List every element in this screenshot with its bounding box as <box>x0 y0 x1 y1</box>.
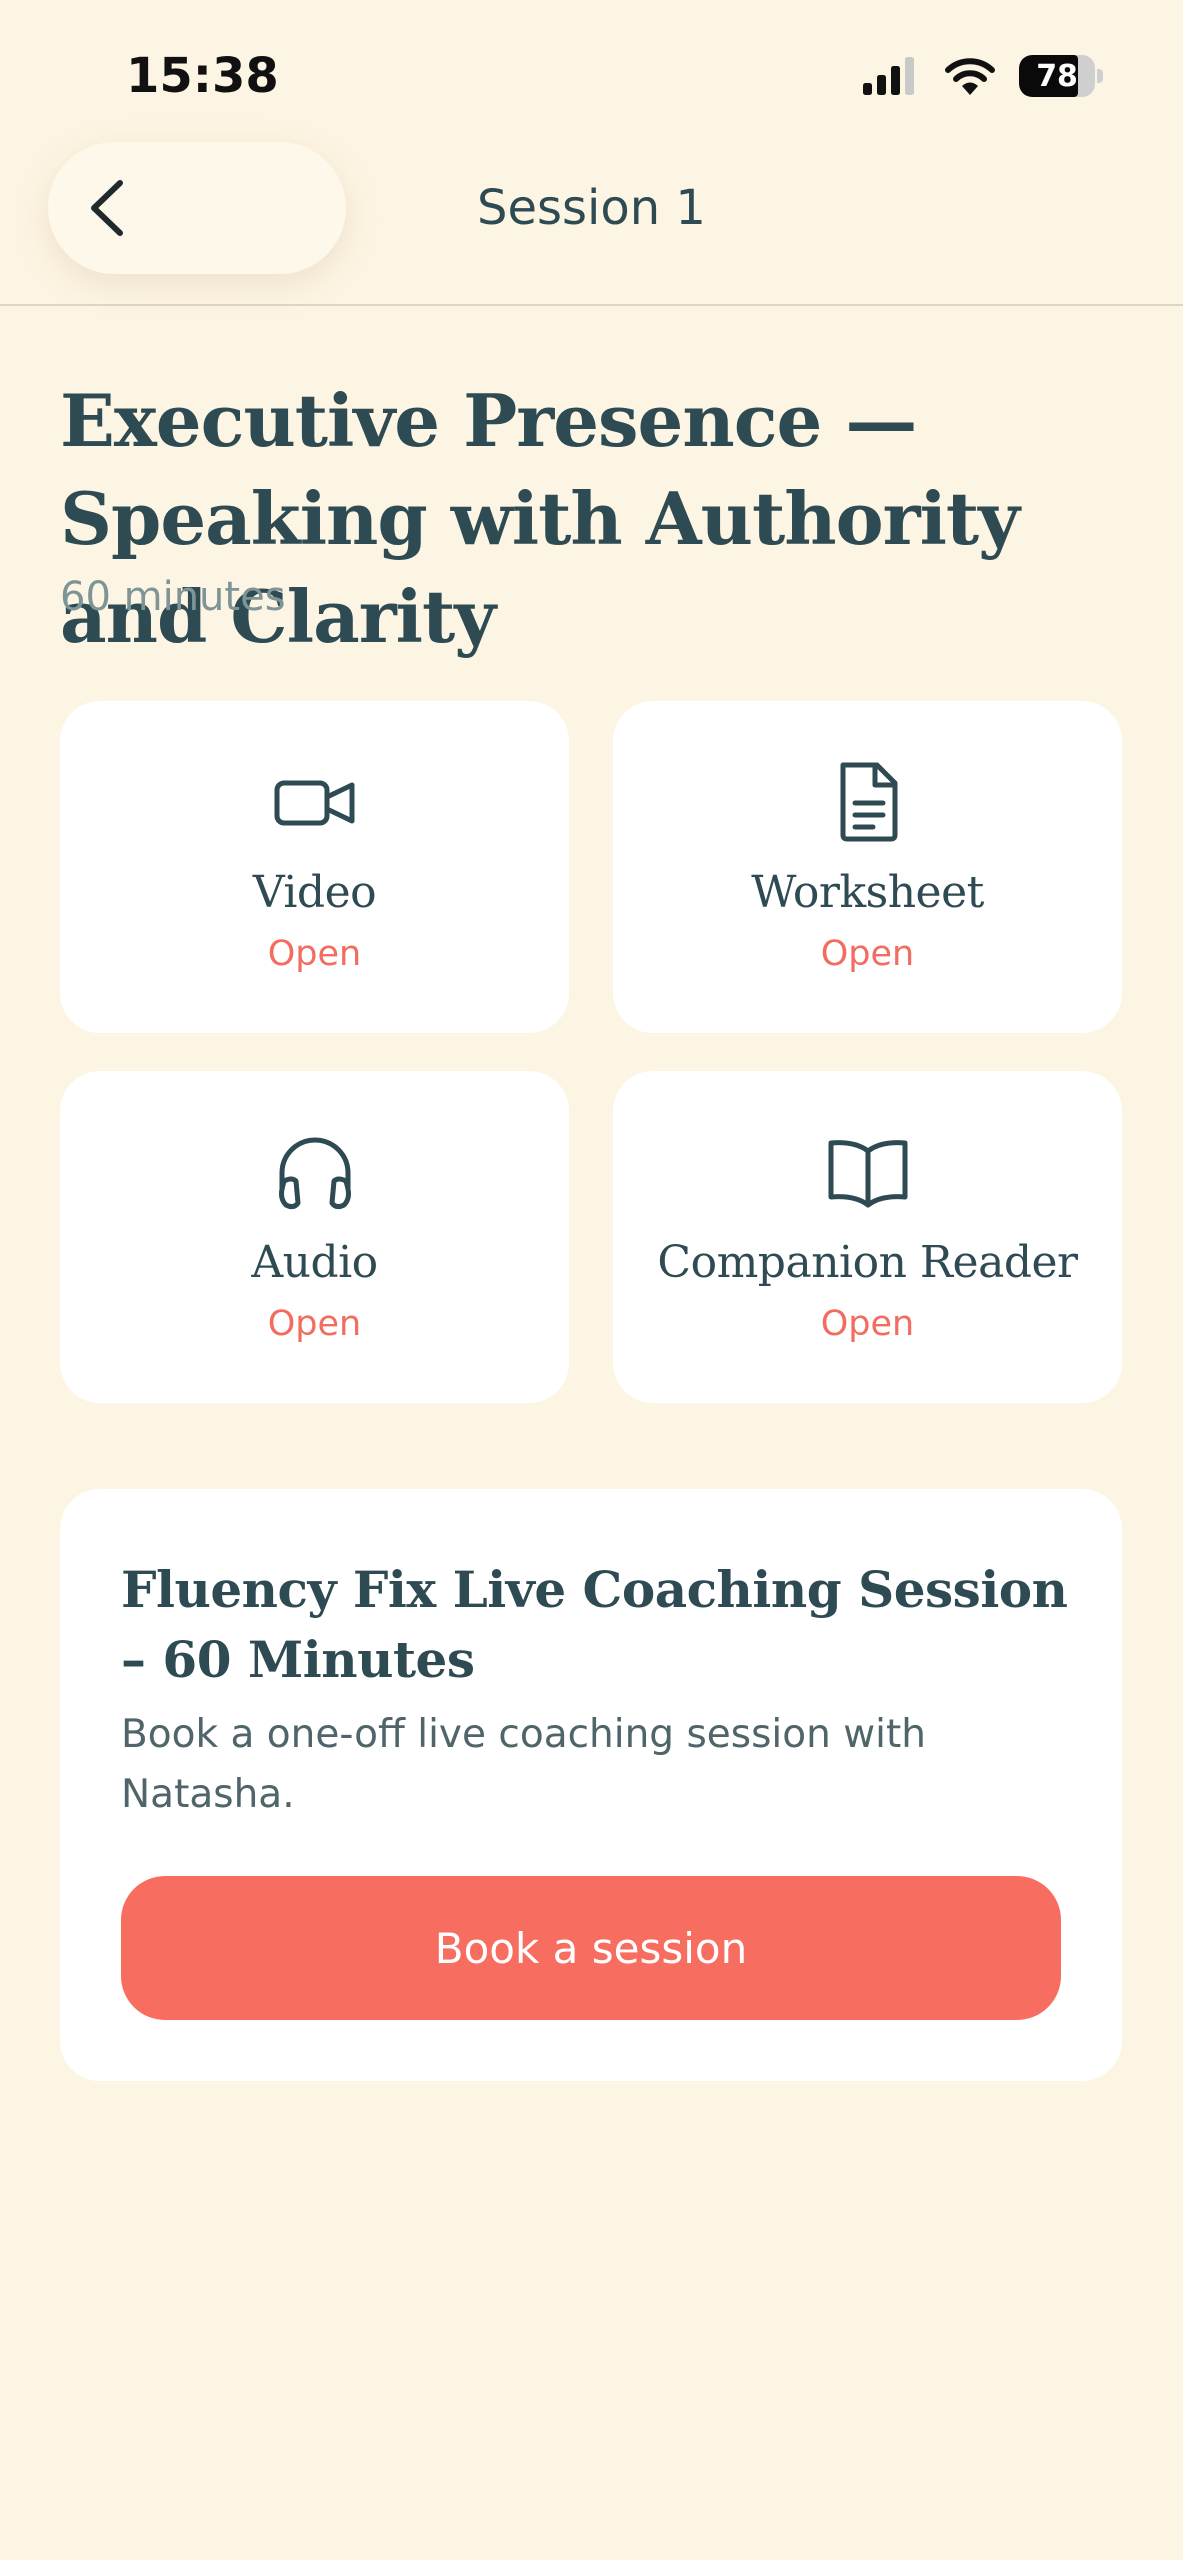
open-book-icon <box>825 1129 911 1215</box>
video-open-link[interactable]: Open <box>268 934 361 974</box>
audio-card[interactable]: Audio Open <box>60 1071 569 1403</box>
companion-reader-card[interactable]: Companion Reader Open <box>613 1071 1122 1403</box>
battery-body: 78 <box>1019 55 1096 97</box>
audio-open-link[interactable]: Open <box>268 1304 361 1344</box>
document-icon <box>825 759 911 845</box>
header-title: Session 1 <box>477 180 706 236</box>
session-duration: 60 minutes <box>60 574 286 620</box>
video-card[interactable]: Video Open <box>60 701 569 1033</box>
companion-reader-label: Companion Reader <box>657 1237 1078 1288</box>
battery-cap <box>1097 69 1103 83</box>
worksheet-open-link[interactable]: Open <box>821 934 914 974</box>
book-session-button[interactable]: Book a session <box>121 1876 1061 2020</box>
video-camera-icon <box>272 759 358 845</box>
coaching-title: Fluency Fix Live Coaching Session – 60 M… <box>121 1560 1068 1689</box>
video-label: Video <box>252 867 377 918</box>
cellular-signal-icon <box>863 57 914 95</box>
worksheet-label: Worksheet <box>751 867 984 918</box>
worksheet-card[interactable]: Worksheet Open <box>613 701 1122 1033</box>
coaching-description: Book a one-off live coaching session wit… <box>121 1712 926 1817</box>
page-title: Executive Presence — Speaking with Autho… <box>60 378 1020 659</box>
wifi-icon <box>945 58 995 95</box>
battery-indicator: 78 <box>1019 54 1103 98</box>
status-bar: 15:38 78 <box>0 0 1183 150</box>
status-time: 15:38 <box>126 48 279 104</box>
coaching-card: Fluency Fix Live Coaching Session – 60 M… <box>60 1489 1122 2081</box>
nav-header: Session 1 <box>0 140 1183 306</box>
headphones-icon <box>272 1129 358 1215</box>
battery-level: 78 <box>1036 58 1078 94</box>
status-icons: 78 <box>861 54 1103 98</box>
companion-reader-open-link[interactable]: Open <box>821 1304 914 1344</box>
audio-label: Audio <box>251 1237 378 1288</box>
